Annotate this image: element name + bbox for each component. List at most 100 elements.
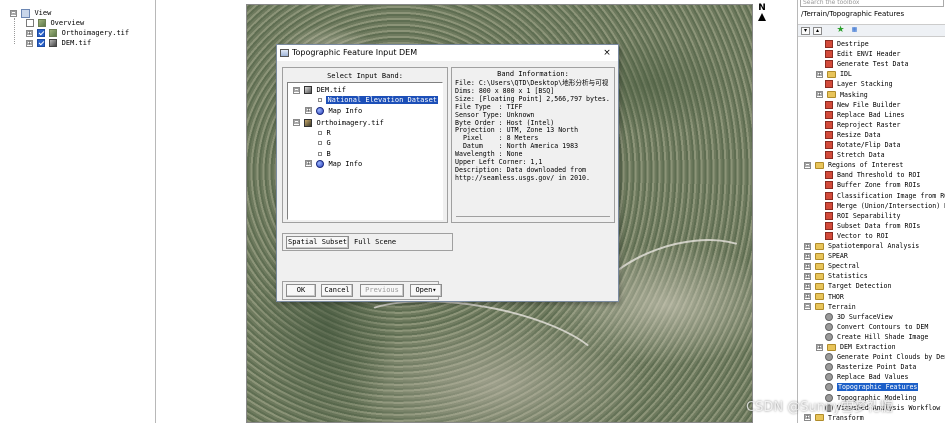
toolbox-item[interactable]: Merge (Union/Intersection) ROIs	[816, 201, 945, 211]
expander-icon[interactable]: ⊞	[816, 91, 823, 98]
toolbox-item[interactable]: ⊞ Spatiotemporal Analysis	[804, 241, 919, 251]
toolbox-item[interactable]: Layer Stacking	[816, 79, 893, 89]
band-tree-item[interactable]: National Elevation Dataset	[305, 95, 440, 106]
toolbox-item[interactable]: Subset Data from ROIs	[816, 221, 920, 231]
band-tree-label: National Elevation Dataset	[325, 95, 440, 106]
band-tree-item[interactable]: ⊞ Map Info	[305, 159, 362, 169]
toolbox-search-input[interactable]: Search the toolbox	[800, 0, 944, 7]
toolbox-item-label: Regions of Interest	[827, 161, 904, 170]
toolbox-item[interactable]: Replace Bad Lines	[816, 110, 904, 120]
band-info-divider	[456, 216, 610, 217]
expander-icon[interactable]: ⊞	[816, 70, 823, 78]
toolbox-item[interactable]: ⊞ THOR	[804, 292, 844, 302]
toolbox-item-label: Destripe	[836, 40, 869, 48]
expander-icon[interactable]: ⊞	[305, 160, 312, 168]
expander-icon[interactable]: ⊞	[804, 293, 811, 300]
band-tree-file[interactable]: ⊟ Orthoimagery.tif	[293, 118, 384, 128]
toolbox-item-label: DEM Extraction	[839, 343, 896, 351]
expander-icon[interactable]: ⊞	[804, 272, 811, 280]
toolbox-item[interactable]: Generate Test Data	[816, 59, 908, 69]
previous-button[interactable]: Previous	[360, 284, 404, 297]
band-tree-item[interactable]: G	[305, 138, 331, 148]
toolbox-item[interactable]: Destripe	[816, 39, 869, 49]
dialog-titlebar[interactable]: Topographic Feature Input DEM ×	[277, 45, 618, 61]
open-dropdown-button[interactable]: Open▾	[410, 284, 442, 297]
toolbox-item[interactable]: Convert Contours to DEM	[816, 322, 928, 332]
toolbox-item[interactable]: Rasterize Point Data	[816, 362, 916, 372]
toolbox-item[interactable]: ⊞ Target Detection	[804, 281, 892, 291]
toolbox-item-label: Generate Point Clouds by Dense Image Mat…	[836, 353, 945, 362]
collapse-all-icon[interactable]: ▾	[801, 27, 810, 35]
expand-all-icon[interactable]: ▴	[813, 27, 822, 35]
toolbox-item[interactable]: 3D SurfaceView	[816, 312, 893, 322]
expander-icon[interactable]: ⊞	[816, 343, 823, 351]
toolbox-item[interactable]: Band Threshold to ROI	[816, 170, 920, 180]
toolbox-item[interactable]: ⊞ Spectral	[804, 261, 860, 271]
collapse-icon[interactable]: ⊟	[10, 9, 17, 17]
toolbox-item[interactable]: Vector to ROI	[816, 231, 889, 241]
layer-tree-overview[interactable]: Overview	[26, 18, 84, 28]
band-info-text: File: C:\Users\QTD\Desktop\地形分析与可视 Dims: …	[455, 79, 610, 183]
toolbox-item-label: Replace Bad Lines	[836, 110, 905, 119]
layer-tree-view[interactable]: ⊟ View	[10, 8, 51, 18]
toolbox-item[interactable]: Replace Bad Values	[816, 372, 908, 382]
expander-icon[interactable]: ⊟	[293, 86, 300, 94]
band-tree-file[interactable]: ⊟ DEM.tif	[293, 85, 346, 95]
expander-icon[interactable]: ⊞	[305, 107, 312, 115]
overview-checkbox[interactable]	[26, 19, 34, 27]
expand-icon[interactable]: ⊞	[26, 29, 33, 37]
expander-icon[interactable]: ⊞	[804, 282, 811, 290]
layer-tree-orthoimagery[interactable]: ⊞ Orthoimagery.tif	[26, 28, 129, 38]
toolbox-item[interactable]: ⊞ IDL	[816, 69, 852, 79]
expander-icon[interactable]: ⊞	[804, 414, 811, 422]
expander-icon[interactable]: ⊟	[804, 161, 811, 169]
expander-icon[interactable]: ⊞	[804, 242, 811, 250]
band-tree-label: B	[326, 149, 331, 158]
toolbox-item-label: THOR	[827, 292, 844, 301]
band-tree-item[interactable]: ⊞ Map Info	[305, 106, 362, 116]
folder-icon	[814, 272, 824, 280]
toolbox-item-label: IDL	[839, 70, 852, 79]
cancel-button[interactable]: Cancel	[321, 284, 353, 297]
toolbox-item[interactable]: ⊞ DEM Extraction	[816, 342, 896, 352]
layer-icon	[49, 29, 58, 37]
toolbox-item-label: Terrain	[827, 302, 856, 311]
north-label: N	[758, 3, 766, 13]
toolbox-item[interactable]: Edit ENVI Header	[816, 49, 901, 59]
terrain-tool-icon	[825, 383, 833, 392]
toolbox-item[interactable]: ⊞ SPEAR	[804, 251, 848, 261]
toolbox-item[interactable]: Generate Point Clouds by Dense Image Mat…	[816, 352, 945, 362]
toolbox-item[interactable]: ⊟ Regions of Interest	[804, 160, 903, 170]
expander-icon[interactable]: ⊞	[804, 252, 811, 260]
close-icon[interactable]: ×	[601, 45, 613, 61]
toolbox-item[interactable]: Rotate/Flip Data	[816, 140, 901, 150]
expander-icon[interactable]: ⊞	[804, 262, 811, 270]
toolbox-item[interactable]: Reproject Raster	[816, 120, 901, 130]
dem-checkbox[interactable]	[37, 39, 46, 47]
band-tree[interactable]: ⊟ DEM.tif National Elevation Dataset ⊞ Ma…	[287, 82, 443, 220]
favorite-icon[interactable]: ★	[836, 26, 845, 35]
expand-icon[interactable]: ⊞	[26, 39, 33, 47]
toolbox-item[interactable]: ROI Separability	[816, 211, 901, 221]
toolbox-item[interactable]: ⊟ Terrain	[804, 302, 856, 312]
toolbox-item[interactable]: ⊞ Masking	[816, 90, 868, 100]
toolbox-item[interactable]: Create Hill Shade Image	[816, 332, 928, 342]
ok-button[interactable]: OK	[286, 284, 316, 297]
spatial-subset-button[interactable]: Spatial Subset	[286, 236, 349, 249]
band-tree-item[interactable]: R	[305, 128, 331, 138]
toolbox-item[interactable]: Stretch Data	[816, 150, 885, 160]
orthoimagery-checkbox[interactable]	[37, 29, 46, 37]
toolbox-item[interactable]: New File Builder	[816, 100, 901, 110]
folder-icon	[814, 303, 824, 311]
toolbox-item[interactable]: Resize Data	[816, 130, 881, 140]
expander-icon[interactable]: ⊟	[804, 303, 811, 311]
toolbox-item[interactable]: ⊞ Statistics	[804, 271, 868, 281]
toolbox-item[interactable]: Classification Image from ROIs	[816, 191, 945, 201]
expander-icon[interactable]: ⊟	[293, 119, 300, 127]
toolbox-item[interactable]: Topographic Features	[816, 382, 919, 392]
toolbox-item[interactable]: Buffer Zone from ROIs	[816, 180, 920, 190]
band-information-group: Band Information: File: C:\Users\QTD\Des…	[451, 67, 615, 223]
band-tree-item[interactable]: B	[305, 149, 331, 159]
layer-tree-dem[interactable]: ⊞ DEM.tif	[26, 38, 91, 48]
settings-icon[interactable]: ▦	[850, 27, 859, 35]
